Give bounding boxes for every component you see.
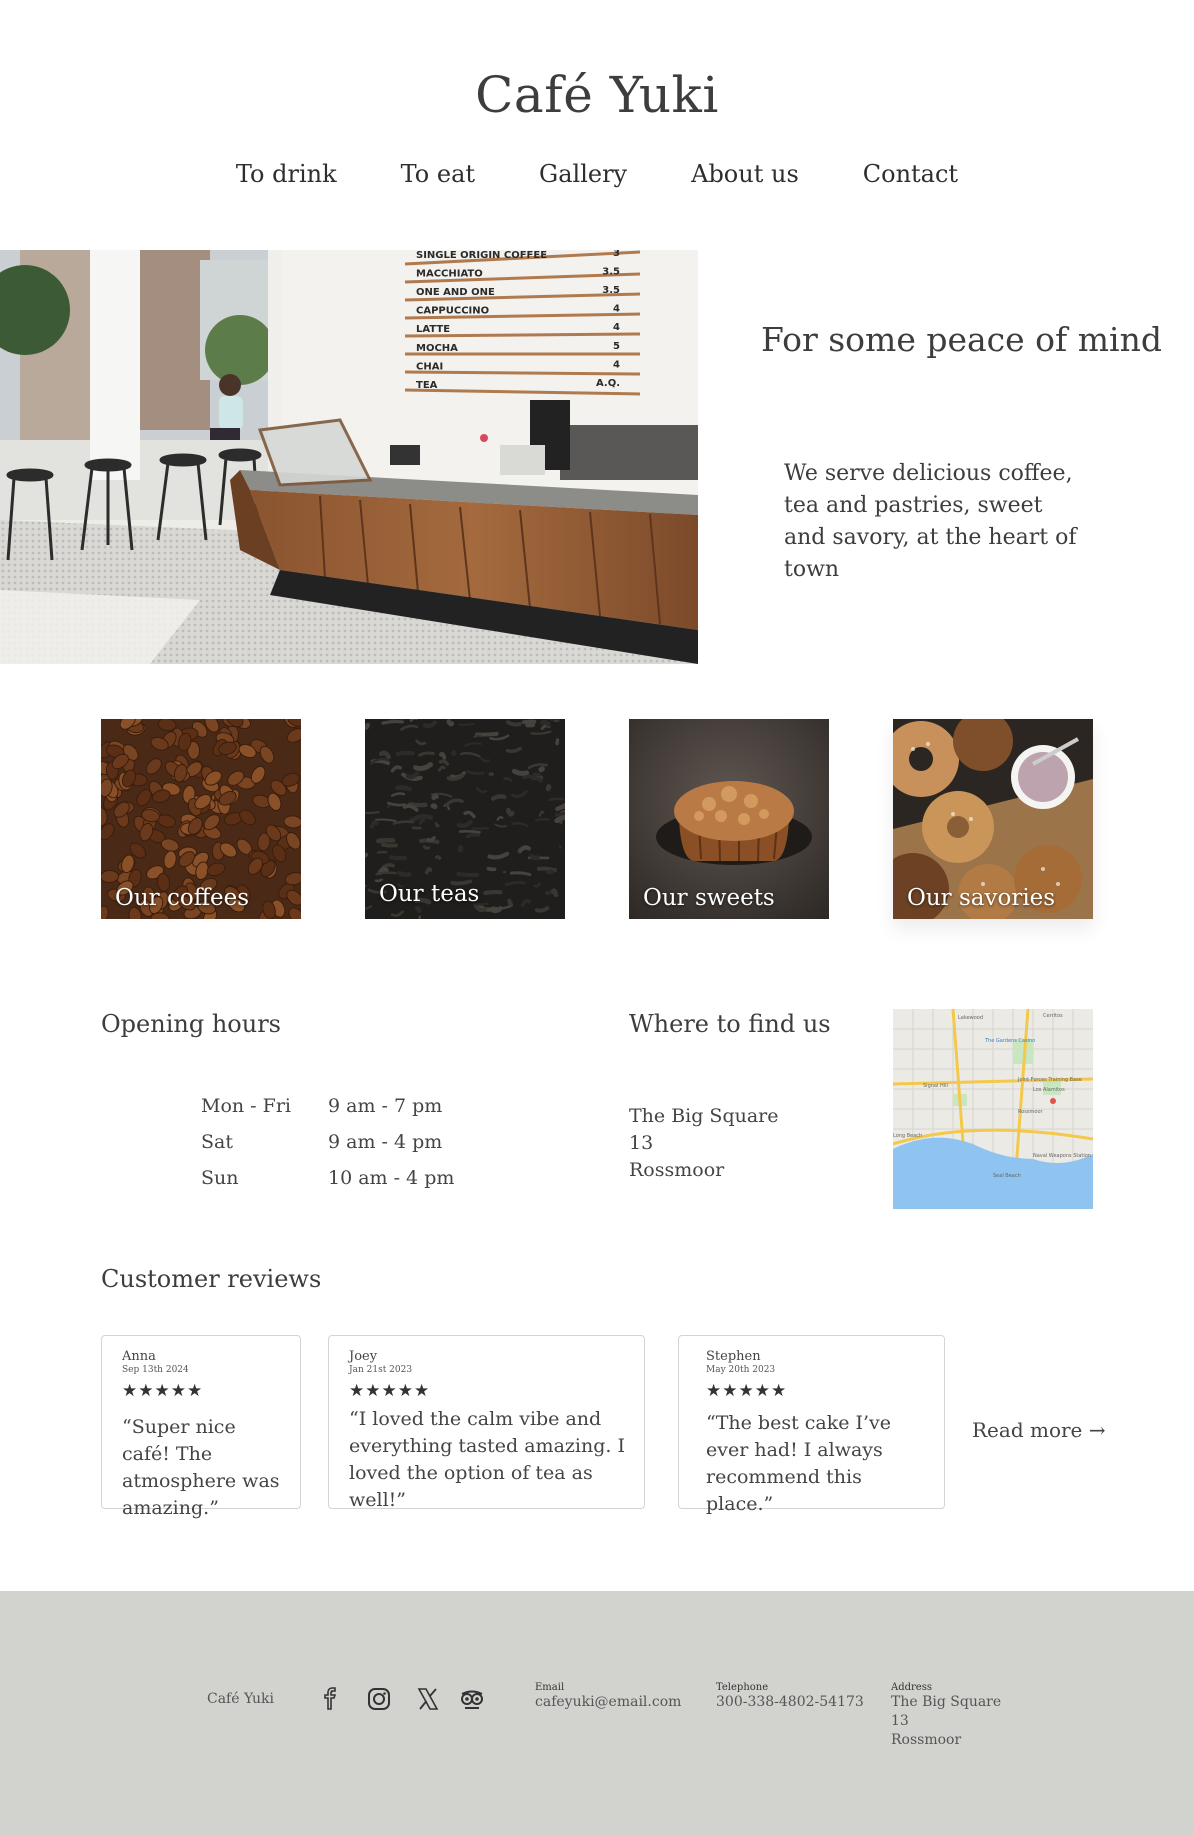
review-text: “Super nice café! The atmosphere was ama… [122,1416,280,1519]
nav-about-us[interactable]: About us [691,160,799,188]
menu-board-item: ONE AND ONE [416,287,495,298]
category-coffees-tile[interactable]: Our coffees [101,719,301,919]
hero-description: We serve delicious coffee, tea and pastr… [784,461,1077,582]
site-title[interactable]: Café Yuki [0,66,1194,124]
svg-text:Rossmoor: Rossmoor [1018,1109,1044,1115]
menu-board-price: 4 [613,322,620,333]
svg-text:Naval Weapons Station Seal Bea: Naval Weapons Station Seal Beach [1033,1153,1093,1159]
footer-brand[interactable]: Café Yuki [207,1691,274,1707]
category-sweets-label: Our sweets [643,885,775,911]
opening-hours-table: Mon - Fri 9 am - 7 pm Sat 9 am - 4 pm Su… [201,1088,454,1196]
footer-address-line: The Big Square [891,1694,1002,1710]
read-more-reviews-link[interactable]: Read more → [972,1418,1106,1442]
hours-day: Mon - Fri [201,1095,291,1117]
review-card: Anna Sep 13th 2024 ★★★★★ “Super nice caf… [101,1335,301,1519]
nav-gallery[interactable]: Gallery [539,160,627,188]
svg-text:Joint Forces Training Base: Joint Forces Training Base [1017,1077,1082,1083]
svg-text:Cerritos: Cerritos [1043,1013,1063,1019]
nav-to-eat[interactable]: To eat [401,160,475,188]
menu-board-item: MACCHIATO [416,268,483,279]
address-line: Rossmoor [629,1159,725,1181]
review-author: Anna [122,1349,156,1364]
menu-board-price: 3.5 [602,266,620,277]
menu-board-price: 5 [613,341,620,352]
menu-board-price: 3.5 [602,285,620,296]
category-teas-tile[interactable]: Our teas [365,719,565,919]
hours-row: Sun 10 am - 4 pm [201,1160,454,1196]
hours-day: Sun [201,1167,239,1189]
location-map[interactable]: Lakewood The Gardens Casino Cerritos Sig… [893,1009,1093,1209]
category-coffees-label: Our coffees [115,885,250,911]
hours-time: 9 am - 7 pm [328,1095,443,1117]
footer-phone-label: Telephone [716,1682,769,1693]
footer-address: Address The Big Square 13 Rossmoor [891,1682,1001,1750]
hero-image: SINGLE ORIGIN COFFEE 3 MACCHIATO 3.5 ONE AND… [0,250,698,664]
location-address: The Big Square 13 Rossmoor [629,1103,779,1184]
review-text: “The best cake I’ve ever had! I always r… [706,1412,892,1515]
review-date: May 20th 2023 [706,1365,776,1375]
review-stars: ★★★★★ [122,1381,204,1401]
address-line: The Big Square [629,1105,779,1127]
hours-row: Mon - Fri 9 am - 7 pm [201,1088,454,1124]
review-card: Joey Jan 21st 2023 ★★★★★ “I loved the ca… [328,1335,645,1511]
hours-row: Sat 9 am - 4 pm [201,1124,454,1160]
svg-text:Signal Hill: Signal Hill [923,1083,948,1089]
menu-board-item: TEA [416,380,438,391]
footer-address-label: Address [891,1682,932,1693]
footer-email-label: Email [535,1682,565,1693]
tripadvisor-icon[interactable] [459,1686,485,1712]
category-teas-label: Our teas [379,881,480,907]
nav-to-drink[interactable]: To drink [236,160,337,188]
menu-board-price: A.Q. [596,378,620,389]
instagram-icon[interactable] [366,1686,392,1712]
footer-phone: Telephone 300-338-4802-54173 [716,1682,864,1712]
review-date: Sep 13th 2024 [122,1365,189,1375]
hours-day: Sat [201,1131,233,1153]
location-heading: Where to find us [629,1010,831,1038]
footer-phone-value[interactable]: 300-338-4802-54173 [716,1693,864,1712]
facebook-icon[interactable] [317,1686,343,1712]
review-author: Stephen [706,1349,761,1364]
main-nav: To drink To eat Gallery About us Contact [0,160,1194,188]
menu-board-item: SINGLE ORIGIN COFFEE [416,250,547,261]
menu-board-item: CAPPUCCINO [416,306,489,317]
category-savories-tile[interactable]: Our savories [893,719,1093,919]
category-sweets-tile[interactable]: Our sweets [629,719,829,919]
reviews-heading: Customer reviews [101,1265,322,1293]
hours-time: 10 am - 4 pm [328,1167,455,1189]
footer-email: Email cafeyuki@email.com [535,1682,681,1712]
svg-text:Los Alamitos: Los Alamitos [1033,1087,1065,1093]
footer [0,1591,1194,1836]
hero-tagline: For some peace of mind [761,320,1162,359]
menu-board-item: LATTE [416,324,450,335]
category-savories-label: Our savories [907,885,1056,911]
footer-address-line: Rossmoor [891,1732,962,1748]
x-icon[interactable] [415,1686,441,1712]
svg-text:Seal Beach: Seal Beach [993,1173,1021,1179]
review-date: Jan 21st 2023 [349,1365,413,1375]
footer-email-value[interactable]: cafeyuki@email.com [535,1693,681,1712]
menu-board-item: MOCHA [416,343,458,354]
svg-text:The Gardens Casino: The Gardens Casino [984,1038,1035,1044]
menu-board-item: CHAI [416,361,443,372]
svg-text:Lakewood: Lakewood [958,1015,983,1021]
svg-text:Long Beach: Long Beach [893,1133,922,1139]
review-author: Joey [349,1349,378,1364]
review-stars: ★★★★★ [349,1381,431,1401]
menu-board-price: 3 [613,250,620,259]
review-card: Stephen May 20th 2023 ★★★★★ “The best ca… [678,1335,945,1515]
menu-board-price: 4 [613,304,620,315]
nav-contact[interactable]: Contact [863,160,958,188]
review-stars: ★★★★★ [706,1381,788,1401]
address-line: 13 [629,1132,654,1154]
review-text: “I loved the calm vibe and everything ta… [349,1408,625,1511]
opening-hours-heading: Opening hours [101,1010,281,1038]
menu-board-price: 4 [613,359,620,370]
footer-address-line: 13 [891,1713,909,1729]
hours-time: 9 am - 4 pm [328,1131,443,1153]
